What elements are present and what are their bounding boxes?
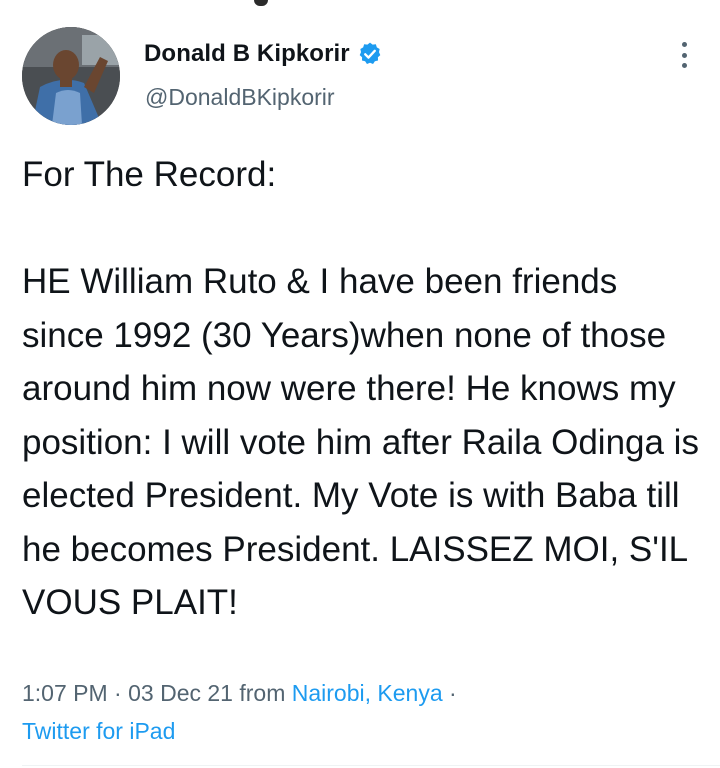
divider — [22, 765, 720, 766]
meta-separator-2: · — [449, 680, 457, 706]
author-display-name[interactable]: Donald B Kipkorir — [144, 40, 350, 68]
tweet-text: For The Record: HE William Ruto & I have… — [22, 155, 699, 622]
more-vertical-icon-dot — [681, 63, 687, 68]
author-handle[interactable]: @DonaldBKipkorir — [145, 84, 335, 111]
verified-badge-icon — [357, 41, 383, 67]
tweet-date[interactable]: 03 Dec 21 — [128, 680, 233, 706]
avatar[interactable] — [22, 27, 120, 125]
from-label: from — [239, 680, 286, 706]
meta-separator: · — [114, 680, 122, 706]
author-name-row: Donald B Kipkorir — [144, 37, 383, 71]
tweet-source-link[interactable]: Twitter for iPad — [22, 714, 175, 748]
more-vertical-icon — [681, 42, 687, 47]
more-options-button[interactable] — [676, 40, 692, 70]
top-fragment — [254, 0, 268, 6]
more-vertical-icon-dot — [681, 52, 687, 58]
tweet-location-link[interactable]: Nairobi, Kenya — [292, 680, 443, 706]
tweet-time[interactable]: 1:07 PM — [22, 680, 108, 706]
avatar-photo — [22, 27, 120, 125]
tweet-meta: 1:07 PM · 03 Dec 21 from Nairobi, Kenya … — [22, 676, 457, 710]
